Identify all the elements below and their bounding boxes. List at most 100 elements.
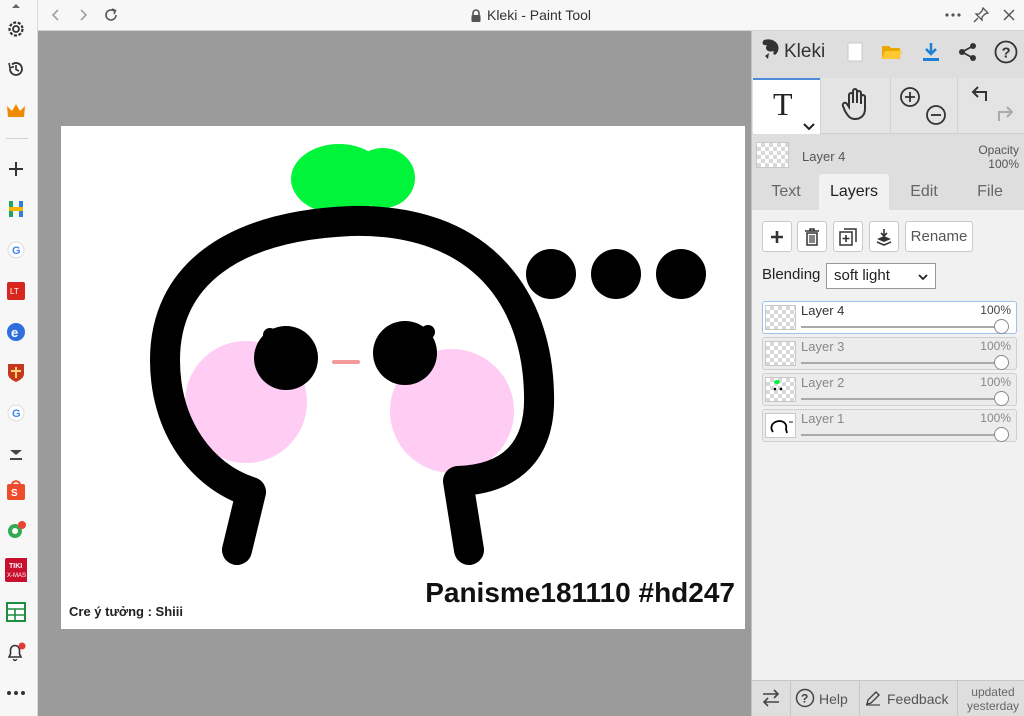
bottom-divider bbox=[790, 681, 791, 716]
tab-text[interactable]: Text bbox=[757, 174, 815, 210]
e-app-icon[interactable]: e bbox=[5, 321, 27, 343]
close-icon[interactable] bbox=[1000, 6, 1018, 24]
watermark-text: Panisme181110 #hd247 bbox=[425, 577, 735, 608]
layer-opacity: 100% bbox=[980, 303, 1011, 317]
undo-icon[interactable] bbox=[970, 84, 992, 111]
lt-app-icon[interactable]: LT bbox=[5, 280, 27, 302]
layer-row-2[interactable]: Layer 2 100% bbox=[762, 373, 1017, 406]
plus-icon[interactable] bbox=[5, 158, 27, 180]
layer-name: Layer 4 bbox=[801, 303, 845, 318]
opacity-slider-handle[interactable] bbox=[993, 427, 1009, 442]
shopee-icon[interactable]: S bbox=[5, 479, 27, 501]
svg-text:?: ? bbox=[1002, 45, 1011, 62]
opacity-slider-track[interactable] bbox=[801, 326, 1001, 328]
panel-top-bar: Kleki ? bbox=[752, 31, 1024, 78]
drawing-canvas[interactable]: Panisme181110 #hd247 Cre ý tưởng : Shiii bbox=[61, 126, 745, 629]
delete-layer-button[interactable] bbox=[797, 221, 827, 252]
blending-label: Blending bbox=[762, 266, 821, 283]
sheet-icon[interactable] bbox=[5, 601, 27, 623]
feedback-button[interactable]: Feedback bbox=[865, 681, 948, 716]
layer-row-3[interactable]: Layer 3 100% bbox=[762, 337, 1017, 370]
layer-row-1[interactable]: Layer 1 100% bbox=[762, 409, 1017, 442]
opacity-slider-track[interactable] bbox=[801, 398, 1001, 400]
svg-text:X-MAS: X-MAS bbox=[7, 573, 26, 579]
zoom-group bbox=[891, 78, 957, 134]
opacity-value: 100% bbox=[988, 157, 1019, 171]
window-title: Kleki - Paint Tool bbox=[38, 7, 1024, 25]
crown-icon[interactable] bbox=[5, 100, 27, 122]
opacity-slider-track[interactable] bbox=[801, 434, 1001, 436]
add-layer-button[interactable] bbox=[762, 221, 792, 252]
more-menu-icon[interactable] bbox=[944, 6, 962, 24]
opacity-slider-track[interactable] bbox=[801, 362, 1001, 364]
tiki-icon[interactable]: TIKI X-MAS bbox=[5, 558, 27, 582]
tab-edit[interactable]: Edit bbox=[893, 174, 955, 210]
bell-icon[interactable] bbox=[5, 641, 27, 663]
duplicate-layer-button[interactable] bbox=[833, 221, 863, 252]
opacity-slider-handle[interactable] bbox=[993, 355, 1009, 370]
kleki-logo-text: Kleki bbox=[784, 41, 826, 62]
layer-opacity: 100% bbox=[980, 339, 1011, 353]
layer-name: Layer 2 bbox=[801, 375, 845, 390]
swap-side-button[interactable] bbox=[760, 681, 782, 716]
shield-app-icon[interactable] bbox=[5, 362, 27, 384]
bottom-divider bbox=[957, 681, 958, 716]
blending-select[interactable]: soft light bbox=[826, 263, 936, 289]
kleki-logo[interactable]: Kleki bbox=[760, 39, 825, 65]
share-icon[interactable] bbox=[955, 39, 981, 65]
help-icon[interactable]: ? bbox=[993, 39, 1019, 65]
updated-status[interactable]: updated yesterday bbox=[967, 685, 1019, 713]
pin-icon[interactable] bbox=[972, 6, 990, 24]
svg-text:S: S bbox=[11, 488, 18, 499]
tool-row: T bbox=[752, 78, 1024, 134]
current-layer-name: Layer 4 bbox=[802, 149, 846, 164]
window-title-text: Kleki - Paint Tool bbox=[486, 7, 591, 23]
tab-file[interactable]: File bbox=[959, 174, 1021, 210]
hand-tool-button[interactable] bbox=[821, 78, 890, 134]
canvas-area[interactable]: Panisme181110 #hd247 Cre ý tưởng : Shiii bbox=[38, 31, 751, 716]
opacity-label: Opacity bbox=[978, 143, 1019, 157]
google-icon[interactable]: G bbox=[5, 402, 27, 424]
svg-text:G: G bbox=[12, 408, 21, 420]
new-image-icon[interactable] bbox=[842, 39, 868, 65]
scroll-up-icon[interactable] bbox=[5, 0, 27, 12]
svg-text:LT: LT bbox=[10, 287, 19, 296]
current-layer-opacity: Opacity 100% bbox=[978, 143, 1019, 171]
download-icon[interactable] bbox=[918, 39, 944, 65]
current-layer-info: Layer 4 Opacity 100% bbox=[752, 134, 1024, 174]
text-tool-button[interactable]: T bbox=[753, 78, 820, 134]
open-folder-icon[interactable] bbox=[879, 39, 905, 65]
svg-text:TIKI: TIKI bbox=[9, 563, 22, 570]
svg-text:?: ? bbox=[801, 691, 808, 705]
h-app-icon[interactable] bbox=[5, 198, 27, 220]
merge-layer-button[interactable] bbox=[869, 221, 899, 252]
gear-icon[interactable] bbox=[5, 18, 27, 40]
blending-select-value: soft light bbox=[834, 267, 890, 284]
sidebar-divider bbox=[6, 138, 28, 139]
help-button[interactable]: ? Help bbox=[795, 681, 848, 716]
kleki-panel: Kleki ? T Layer 4 Opacity 100% Text Laye… bbox=[751, 31, 1024, 716]
download-icon[interactable] bbox=[5, 442, 27, 464]
tab-layers[interactable]: Layers bbox=[819, 174, 889, 210]
updated-line-2: yesterday bbox=[966, 699, 1019, 713]
layer-row-4[interactable]: Layer 4 100% bbox=[762, 301, 1017, 334]
layer-thumbnail bbox=[765, 413, 796, 438]
feedback-label: Feedback bbox=[887, 691, 949, 707]
title-bar: Kleki - Paint Tool bbox=[38, 0, 1024, 31]
help-icon: ? bbox=[795, 688, 815, 711]
browser-sidebar: G LT e G S TIKI X-MAS bbox=[0, 0, 38, 716]
rename-layer-button[interactable]: Rename bbox=[905, 221, 973, 252]
zoom-in-icon[interactable] bbox=[899, 86, 921, 113]
redo-icon[interactable] bbox=[994, 104, 1016, 131]
google-icon[interactable]: G bbox=[5, 239, 27, 261]
map-pin-icon[interactable] bbox=[5, 520, 27, 542]
layers-tab-body: Rename Blending soft light Layer 4 100% … bbox=[752, 210, 1024, 680]
history-icon[interactable] bbox=[5, 58, 27, 80]
chevron-down-icon bbox=[917, 268, 929, 292]
zoom-out-icon[interactable] bbox=[925, 104, 947, 131]
opacity-slider-handle[interactable] bbox=[993, 391, 1009, 406]
opacity-slider-handle[interactable] bbox=[993, 319, 1009, 334]
more-icon[interactable] bbox=[5, 682, 27, 704]
current-layer-thumbnail bbox=[756, 142, 789, 168]
layer-opacity: 100% bbox=[980, 375, 1011, 389]
